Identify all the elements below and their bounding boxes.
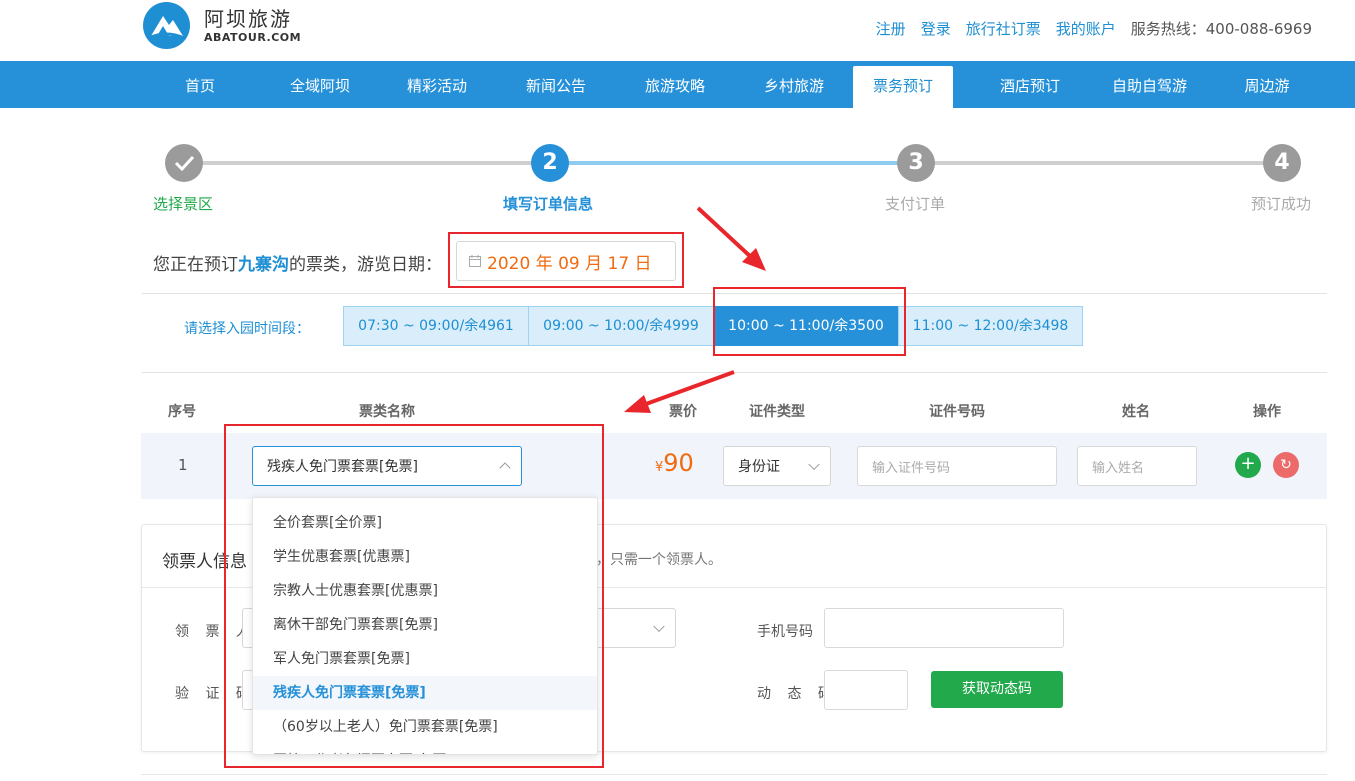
timeslot-0730[interactable]: 07:30 ~ 09:00/余4961	[343, 306, 529, 346]
step-connector-1	[200, 161, 540, 165]
agency-booking-link[interactable]: 旅行社订票	[966, 18, 1041, 39]
chevron-down-icon	[653, 620, 665, 633]
divider	[142, 372, 1327, 373]
my-account-link[interactable]: 我的账户	[1056, 18, 1116, 39]
dynamic-code-input[interactable]	[824, 670, 908, 710]
timeslot-1100[interactable]: 11:00 ~ 12:00/余3498	[898, 306, 1083, 346]
register-link[interactable]: 注册	[876, 18, 906, 39]
col-header-name: 姓名	[1122, 404, 1150, 420]
step-3-circle: 3	[897, 144, 935, 182]
price-amount: 90	[663, 449, 694, 477]
logo-chinese-name: 阿坝旅游	[204, 6, 292, 31]
col-header-no: 序号	[168, 404, 196, 420]
nav-item-self-drive[interactable]: 自助自驾游	[1102, 66, 1197, 108]
add-row-button[interactable]: +	[1235, 452, 1261, 478]
step-1-label: 选择景区	[153, 195, 214, 213]
nav-item-guides[interactable]: 旅游攻略	[635, 66, 715, 108]
step-4-circle: 4	[1263, 144, 1301, 182]
timeslot-0900[interactable]: 09:00 ~ 10:00/余4999	[528, 306, 714, 346]
annotation-arrow-to-timeslot	[696, 206, 766, 271]
main-navbar: 首页 全域阿坝 精彩活动 新闻公告 旅游攻略 乡村旅游 票务预订 酒店预订 自助…	[0, 61, 1355, 108]
phone-input[interactable]	[824, 608, 1064, 648]
ticket-booking-page: 阿坝旅游 ABATOUR.COM 注册 登录 旅行社订票 我的账户 服务热线：4…	[0, 0, 1355, 781]
step-2-label: 填写订单信息	[503, 195, 594, 213]
reset-row-button[interactable]: ↻	[1273, 452, 1299, 478]
booking-suffix: 的票类，游览日期：	[289, 255, 442, 275]
ticket-price: ¥90	[655, 449, 694, 477]
timeslot-label: 请选择入园时间段：	[184, 321, 310, 337]
step-1-check-icon	[165, 144, 203, 182]
id-type-value: 身份证	[738, 459, 780, 475]
booking-summary: 您正在预订九寨沟的票类，游览日期：	[153, 250, 442, 275]
step-2-circle: 2	[531, 144, 569, 182]
site-logo[interactable]: 阿坝旅游 ABATOUR.COM	[143, 2, 301, 49]
nav-item-rural[interactable]: 乡村旅游	[754, 66, 834, 108]
nav-item-events[interactable]: 精彩活动	[397, 66, 477, 108]
annotation-box-ticket-type	[224, 424, 604, 768]
get-dynamic-code-button[interactable]: 获取动态码	[931, 671, 1063, 708]
nav-item-home[interactable]: 首页	[170, 66, 230, 108]
nav-item-nearby[interactable]: 周边游	[1237, 66, 1297, 108]
logo-mountain-icon	[143, 2, 190, 49]
annotation-box-timeslot	[713, 287, 906, 356]
name-input[interactable]: 输入姓名	[1077, 446, 1197, 486]
next-section-edge	[141, 774, 1327, 781]
col-header-action: 操作	[1253, 404, 1281, 420]
nav-item-all-aba[interactable]: 全域阿坝	[280, 66, 360, 108]
chevron-down-icon	[808, 458, 820, 471]
ticket-holder-tip: ，只需一个领票人。	[596, 552, 722, 568]
step-connector-2	[566, 161, 906, 165]
row-number: 1	[178, 456, 188, 474]
col-header-price: 票价	[669, 404, 697, 420]
logo-domain: ABATOUR.COM	[204, 30, 302, 44]
step-4-label: 预订成功	[1251, 195, 1312, 213]
nav-item-hotels[interactable]: 酒店预订	[990, 66, 1070, 108]
top-links: 注册 登录 旅行社订票 我的账户 服务热线：400-088-6969	[861, 18, 1312, 39]
nav-item-tickets[interactable]: 票务预订	[853, 66, 953, 108]
service-hotline: 服务热线：400-088-6969	[1130, 20, 1312, 38]
annotation-box-date	[448, 232, 684, 288]
step-connector-3	[932, 161, 1272, 165]
id-number-placeholder: 输入证件号码	[872, 460, 951, 476]
phone-label: 手机号码	[757, 624, 813, 640]
id-number-input[interactable]: 输入证件号码	[857, 446, 1057, 486]
nav-item-news[interactable]: 新闻公告	[516, 66, 596, 108]
col-header-id-number: 证件号码	[929, 404, 985, 420]
id-type-select[interactable]: 身份证	[723, 446, 831, 486]
step-3-label: 支付订单	[885, 195, 946, 213]
name-placeholder: 输入姓名	[1092, 460, 1145, 476]
login-link[interactable]: 登录	[921, 18, 951, 39]
booking-prefix: 您正在预订	[153, 255, 238, 275]
col-header-id-type: 证件类型	[749, 404, 805, 420]
scenic-spot-name: 九寨沟	[238, 255, 289, 275]
col-header-ticket-type: 票类名称	[359, 404, 415, 420]
